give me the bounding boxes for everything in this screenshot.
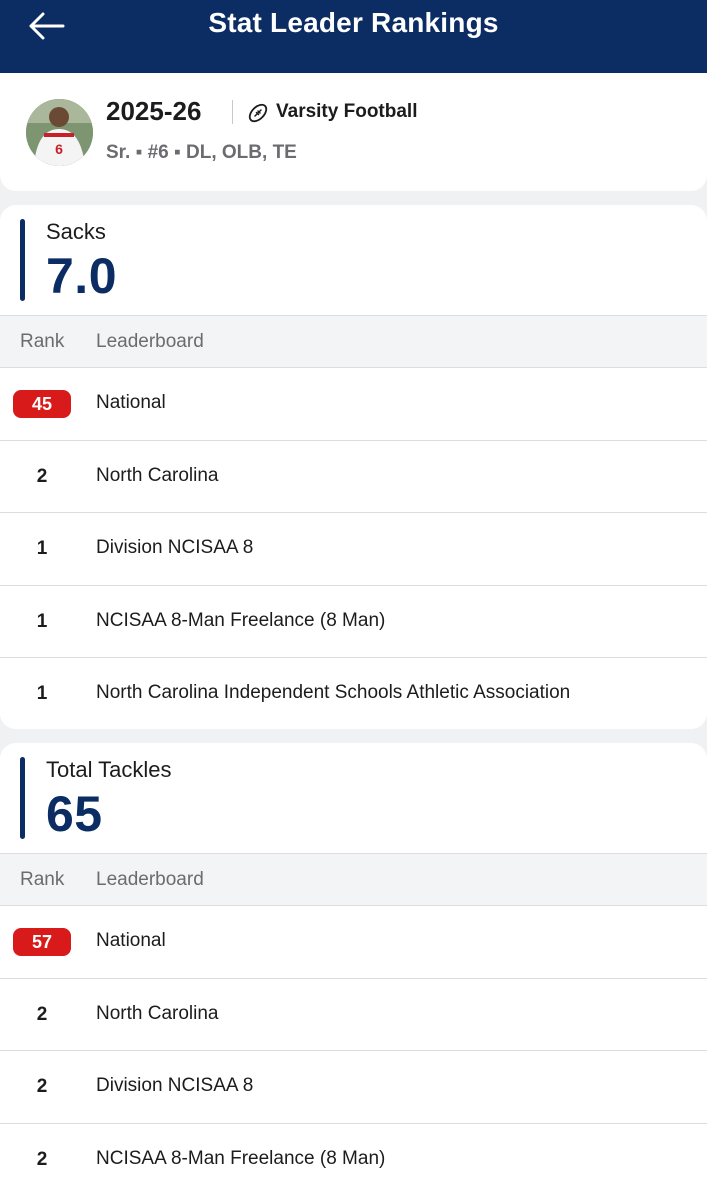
ranking-row[interactable]: 2 North Carolina <box>0 978 707 1051</box>
rank-value: 2 <box>36 1003 48 1025</box>
leaderboard-name: North Carolina <box>96 1002 219 1024</box>
rank-badge: 57 <box>13 928 71 956</box>
top-nav-bar: Stat Leader Rankings <box>0 0 707 73</box>
stat-value: 65 <box>46 786 103 842</box>
ranking-row[interactable]: 2 North Carolina <box>0 440 707 513</box>
column-header-leaderboard: Leaderboard <box>96 869 204 890</box>
accent-bar <box>20 219 25 301</box>
player-meta: Sr. ▪ #6 ▪ DL, OLB, TE <box>106 142 297 163</box>
column-header-leaderboard: Leaderboard <box>96 331 204 352</box>
player-avatar[interactable]: 6 <box>26 99 93 166</box>
leaderboard-name: Division NCISAA 8 <box>96 1075 254 1096</box>
football-icon <box>248 103 268 123</box>
stat-card-sacks: Sacks 7.0 Rank Leaderboard 45 National 2… <box>0 205 707 729</box>
rank-value: 2 <box>36 1148 48 1170</box>
rank-value: 1 <box>36 610 48 632</box>
leaderboard-name: NCISAA 8-Man Freelance (8 Man) <box>96 609 386 631</box>
leaderboard-name: North Carolina Independent Schools Athle… <box>96 682 571 703</box>
leaderboard-name: National <box>96 392 166 413</box>
rank-value: 2 <box>36 1076 48 1097</box>
column-header-rank: Rank <box>20 869 65 890</box>
table-header: Rank Leaderboard <box>0 853 707 906</box>
ranking-row[interactable]: 1 North Carolina Independent Schools Ath… <box>0 658 707 729</box>
rank-value: 1 <box>36 538 48 559</box>
stat-card-total-tackles: Total Tackles 65 Rank Leaderboard 57 Nat… <box>0 743 707 1200</box>
accent-bar <box>20 757 25 839</box>
stat-name: Total Tackles <box>46 757 172 782</box>
leaderboard-name: North Carolina <box>96 464 219 486</box>
header-divider <box>232 100 233 124</box>
leaderboard-name: National <box>96 930 166 951</box>
ranking-row[interactable]: 1 NCISAA 8-Man Freelance (8 Man) <box>0 585 707 658</box>
rank-badge: 45 <box>13 390 71 418</box>
jersey-number: 6 <box>55 141 63 157</box>
ranking-row[interactable]: 57 National <box>0 906 707 979</box>
leaderboard-name: Division NCISAA 8 <box>96 537 254 558</box>
leaderboard-name: NCISAA 8-Man Freelance (8 Man) <box>96 1147 386 1169</box>
rank-value: 1 <box>36 683 48 704</box>
page-title: Stat Leader Rankings <box>208 7 499 38</box>
stat-value: 7.0 <box>46 248 118 304</box>
player-profile-card: 6 2025-26 Varsity Football Sr. ▪ #6 ▪ DL… <box>0 73 707 191</box>
ranking-row[interactable]: 45 National <box>0 368 707 441</box>
season-label: 2025-26 <box>106 96 202 126</box>
stat-name: Sacks <box>46 219 106 244</box>
sport-label[interactable]: Varsity Football <box>276 101 417 123</box>
ranking-row[interactable]: 1 Division NCISAA 8 <box>0 513 707 586</box>
player-photo: 6 <box>26 99 93 166</box>
column-header-rank: Rank <box>20 331 65 352</box>
ranking-row[interactable]: 2 NCISAA 8-Man Freelance (8 Man) <box>0 1123 707 1196</box>
stat-header: Total Tackles 65 <box>0 743 707 853</box>
rank-value: 2 <box>36 465 48 487</box>
table-header: Rank Leaderboard <box>0 315 707 368</box>
ranking-row[interactable]: 2 Division NCISAA 8 <box>0 1051 707 1124</box>
stat-header: Sacks 7.0 <box>0 205 707 315</box>
